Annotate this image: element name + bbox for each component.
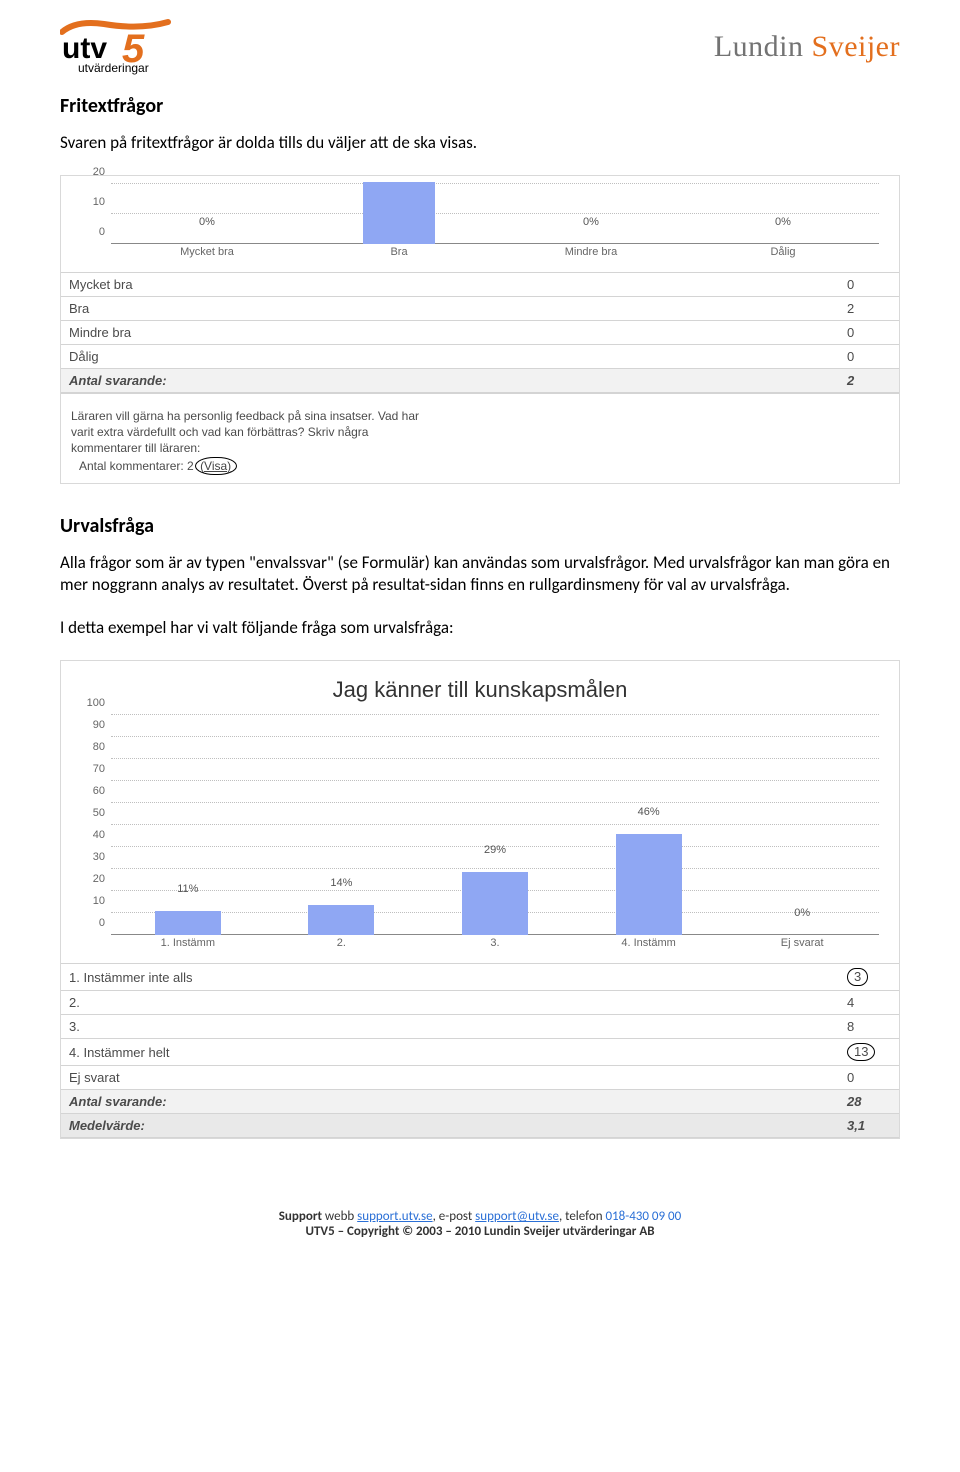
ytick: 30 bbox=[77, 851, 105, 863]
footer-email-link[interactable]: support@utv.se bbox=[475, 1209, 559, 1224]
table-row: Mycket bra0 bbox=[61, 272, 899, 296]
table-total-row: Antal svarande:2 bbox=[61, 368, 899, 392]
utv5-logo: utv 5 utvärderingar bbox=[60, 18, 190, 76]
table-row: 4. Instämmer helt13 bbox=[61, 1039, 899, 1066]
ytick: 60 bbox=[77, 785, 105, 797]
lundin-sveijer-logo: Lundin Sveijer bbox=[714, 30, 900, 64]
bar-pct: 0% bbox=[794, 907, 810, 921]
ytick: 20 bbox=[77, 166, 105, 178]
bar-pct: 14% bbox=[330, 877, 352, 891]
page-header: utv 5 utvärderingar Lundin Sveijer bbox=[60, 18, 900, 76]
section1-para: Svaren på fritextfrågor är dolda tills d… bbox=[60, 132, 900, 155]
bar-pct: 0% bbox=[775, 216, 791, 230]
footer-phone: 018-430 09 00 bbox=[605, 1209, 681, 1224]
panel1-chart: 20 10 0 0% 0% 0% bbox=[111, 182, 879, 244]
section2-para: Alla frågor som är av typen "envalssvar"… bbox=[60, 552, 900, 598]
bar bbox=[155, 911, 221, 935]
ytick: 0 bbox=[77, 917, 105, 929]
xcat: 3. bbox=[490, 937, 499, 949]
page-footer: Support webb support.utv.se, e-post supp… bbox=[60, 1209, 900, 1239]
table-row: Mindre bra0 bbox=[61, 320, 899, 344]
bar bbox=[308, 905, 374, 936]
xcat: Mindre bra bbox=[565, 246, 618, 258]
xcat: 4. Instämm bbox=[621, 937, 675, 949]
ytick: 10 bbox=[77, 196, 105, 208]
bar-pct: 46% bbox=[638, 806, 660, 820]
ytick: 20 bbox=[77, 873, 105, 885]
table-row: Bra2 bbox=[61, 296, 899, 320]
footer-webb-link[interactable]: support.utv.se bbox=[357, 1209, 432, 1224]
bar-pct: 0% bbox=[199, 216, 215, 230]
footer-support-bold: Support bbox=[279, 1209, 322, 1224]
svg-text:utvärderingar: utvärderingar bbox=[78, 61, 149, 75]
table-row: 1. Instämmer inte alls3 bbox=[61, 964, 899, 991]
table-row: 2.4 bbox=[61, 991, 899, 1015]
xcat: Dålig bbox=[770, 246, 795, 258]
table-mean-row: Medelvärde:3,1 bbox=[61, 1114, 899, 1138]
panel2-xaxis: 1. Instämm 2. 3. 4. Instämm Ej svarat bbox=[111, 935, 879, 955]
bar bbox=[462, 872, 528, 936]
ytick: 10 bbox=[77, 895, 105, 907]
panel1-xaxis: Mycket bra Bra Mindre bra Dålig bbox=[111, 244, 879, 264]
panel1-table: Mycket bra0 Bra2 Mindre bra0 Dålig0 Anta… bbox=[61, 272, 899, 393]
ytick: 40 bbox=[77, 829, 105, 841]
table-row: Dålig0 bbox=[61, 344, 899, 368]
panel2-screenshot: Jag känner till kunskapsmålen 1009080706… bbox=[60, 660, 900, 1139]
section1-heading: Fritextfrågor bbox=[60, 94, 900, 118]
bar-pct: 29% bbox=[484, 844, 506, 858]
comment-count: Antal kommentarer: 2 bbox=[79, 459, 194, 473]
panel1-screenshot: 20 10 0 0% 0% 0% Mycket bra Bra Mindre b… bbox=[60, 175, 900, 484]
ytick: 0 bbox=[77, 226, 105, 238]
circled-value: 3 bbox=[847, 968, 868, 986]
xcat: 1. Instämm bbox=[161, 937, 215, 949]
ytick: 90 bbox=[77, 719, 105, 731]
bar-pct: 0% bbox=[583, 216, 599, 230]
ytick: 80 bbox=[77, 741, 105, 753]
panel2-chart: 100908070605040302010011%14%29%46%0% bbox=[111, 715, 879, 935]
panel2-table: 1. Instämmer inte alls32.43.84. Instämme… bbox=[61, 963, 899, 1138]
section2-heading: Urvalsfråga bbox=[60, 514, 900, 538]
ytick: 100 bbox=[77, 697, 105, 709]
table-row: 3.8 bbox=[61, 1015, 899, 1039]
section2-para2: I detta exempel har vi valt följande frå… bbox=[60, 617, 900, 640]
xcat: 2. bbox=[337, 937, 346, 949]
xcat: Ej svarat bbox=[781, 937, 824, 949]
bar bbox=[616, 834, 682, 935]
ytick: 50 bbox=[77, 807, 105, 819]
table-total-row: Antal svarande:28 bbox=[61, 1090, 899, 1114]
ytick: 70 bbox=[77, 763, 105, 775]
bar bbox=[363, 182, 435, 244]
footer-copyright: UTV5 – Copyright © 2003 – 2010 Lundin Sv… bbox=[306, 1224, 655, 1239]
panel1-freeform: Läraren vill gärna ha personlig feedback… bbox=[61, 393, 899, 483]
bar-pct: 11% bbox=[177, 883, 198, 897]
circled-value: 13 bbox=[847, 1043, 875, 1061]
xcat: Bra bbox=[390, 246, 407, 258]
freeform-question: Läraren vill gärna ha personlig feedback… bbox=[71, 409, 419, 455]
visa-link[interactable]: (Visa) bbox=[200, 459, 231, 473]
table-row: Ej svarat0 bbox=[61, 1066, 899, 1090]
panel2-title: Jag känner till kunskapsmålen bbox=[61, 661, 899, 709]
xcat: Mycket bra bbox=[180, 246, 234, 258]
